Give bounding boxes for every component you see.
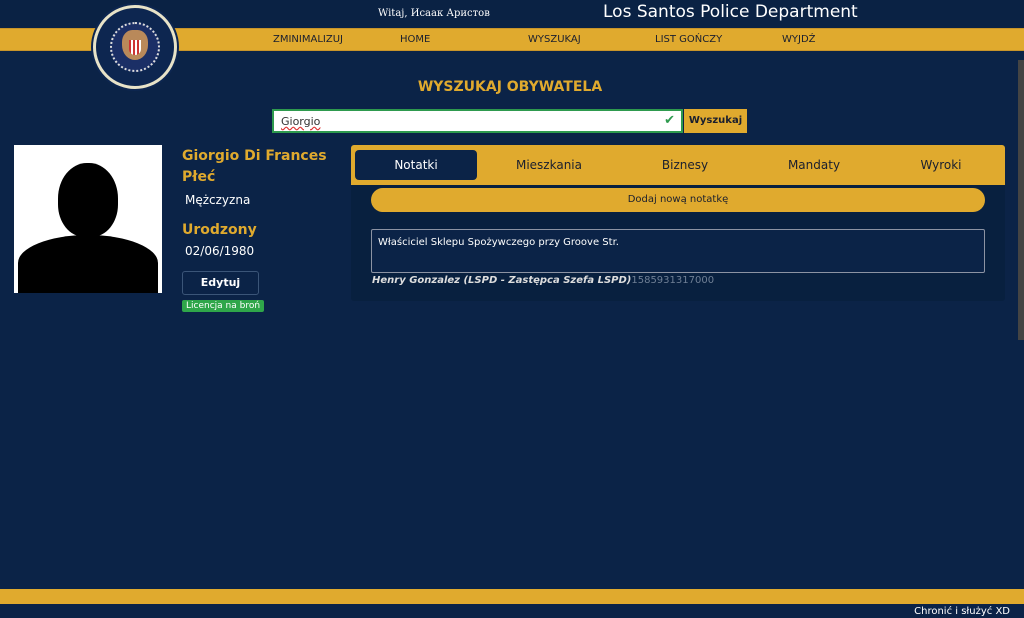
citizen-name: Giorgio Di Frances — [182, 148, 327, 164]
greeting: Witaj, Исаак Аристов — [378, 8, 490, 19]
tab-bar: Notatki Mieszkania Biznesy Mandaty Wyrok… — [351, 145, 1005, 185]
gender-label: Płeć — [182, 169, 216, 185]
app-title: Los Santos Police Department — [603, 2, 858, 22]
gender-value: Mężczyzna — [185, 193, 251, 207]
nav-search[interactable]: WYSZUKAJ — [528, 34, 581, 45]
nav-home[interactable]: HOME — [400, 34, 430, 45]
nav-logout[interactable]: WYJDŹ — [782, 34, 816, 45]
tab-notes[interactable]: Notatki — [355, 150, 477, 180]
add-note-button[interactable]: Dodaj nową notatkę — [371, 188, 985, 212]
search-button[interactable]: Wyszukaj — [684, 109, 747, 133]
nav-wanted-list[interactable]: LIST GOŃCZY — [655, 34, 722, 45]
search-input[interactable]: Giorgio ✔ — [272, 109, 683, 133]
tab-apartments[interactable]: Mieszkania — [488, 150, 610, 180]
born-value: 02/06/1980 — [185, 244, 255, 258]
footer-bar — [0, 589, 1024, 604]
note-timestamp: 1585931317000 — [631, 275, 715, 286]
check-icon: ✔ — [664, 113, 675, 128]
tab-fines[interactable]: Mandaty — [753, 150, 875, 180]
born-label: Urodzony — [182, 222, 257, 238]
avatar — [14, 145, 162, 293]
license-badge: Licencja na broń — [182, 300, 265, 312]
records-panel: Notatki Mieszkania Biznesy Mandaty Wyrok… — [351, 145, 1005, 301]
note-meta: Henry Gonzalez (LSPD - Zastępca Szefa LS… — [372, 275, 714, 286]
nav-minimize[interactable]: ZMINIMALIZUJ — [273, 34, 343, 45]
footer-text: Chronić i służyć XD — [914, 606, 1010, 617]
note-text: Właściciel Sklepu Spożywczego przy Groov… — [371, 229, 985, 273]
tab-sentences[interactable]: Wyroki — [880, 150, 1002, 180]
edit-profile-button[interactable]: Edytuj profil — [182, 271, 259, 311]
lspd-seal-logo — [93, 5, 177, 89]
scrollbar[interactable] — [1018, 60, 1024, 340]
note-author: Henry Gonzalez (LSPD - Zastępca Szefa LS… — [372, 275, 632, 286]
page-title: WYSZUKAJ OBYWATELA — [417, 79, 603, 95]
tab-businesses[interactable]: Biznesy — [624, 150, 746, 180]
